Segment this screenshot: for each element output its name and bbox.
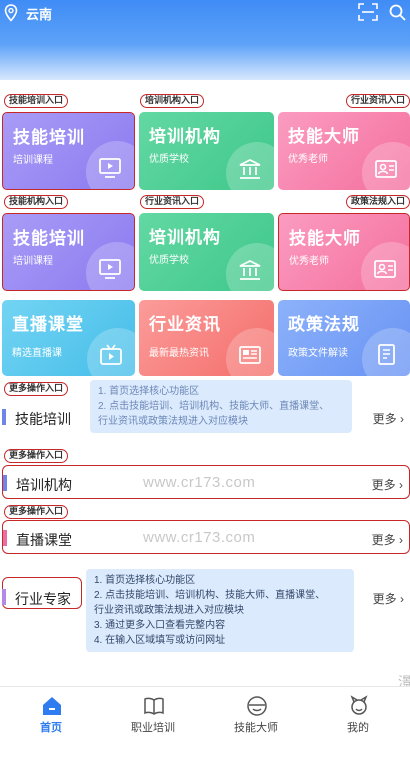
id-card-icon [374,260,396,278]
card-subtitle: 精选直播课 [12,348,62,359]
card-title: 技能大师 [289,229,361,248]
more-ops-entry-tag: 更多操作入口 [4,505,69,519]
tip-line: 4. 在输入区域填写或访问网址 [94,635,226,646]
screen-play-icon [99,158,121,178]
row-label: 行业专家 [15,591,71,607]
card-subtitle: 培训课程 [13,256,53,267]
tab-label: 职业培训 [131,722,175,734]
tip-line: 2. 点击技能培训、培训机构、技能大师、直播课堂、 [98,401,330,412]
more-ops-entry-tag: 更多操作入口 [4,382,69,396]
card-title: 技能大师 [288,127,360,146]
card-title: 培训机构 [149,228,221,247]
card-title: 技能培训 [13,229,85,248]
row-accent-bar [3,475,7,491]
card-subtitle: 最新最热资讯 [149,348,209,359]
help-tooltip-small: 1. 首页选择核心功能区 2. 点击技能培训、培训机构、技能大师、直播课堂、 行… [90,380,352,433]
book-icon [144,697,164,715]
skill-training-entry-tag: 技能培训入口 [4,94,69,108]
card-subtitle: 培训课程 [13,155,53,166]
card-training-institution[interactable]: 培训机构 优质学校 [139,112,274,190]
policy-entry-tag: 政策法规入口 [346,195,410,209]
card-skill-training-2[interactable]: 技能培训 培训课程 [2,213,135,291]
tab-vocational-training[interactable]: 职业培训 [102,687,204,747]
institution-entry-tag: 培训机构入口 [140,94,205,108]
card-training-institution-2[interactable]: 培训机构 优质学校 [139,213,274,291]
more-link[interactable]: 更多 › [372,476,403,493]
card-title: 培训机构 [149,127,221,146]
tab-profile[interactable]: 我的 [307,687,409,747]
institution-icon [239,259,261,280]
tip-line: 2. 点击技能培训、培训机构、技能大师、直播课堂、 [94,590,326,601]
card-title: 直播课堂 [12,315,84,334]
bottom-tab-bar: 首页 职业培训 技能大师 我的 [0,686,410,760]
more-link[interactable]: 更多 › [373,410,404,427]
news-icon [239,346,261,364]
card-skill-master-2[interactable]: 技能大师 优秀老师 [278,213,410,291]
tab-label: 我的 [347,722,369,734]
card-subtitle: 优秀老师 [288,154,328,165]
card-industry-news[interactable]: 行业资讯 最新最热资讯 [139,300,274,376]
watermark-text: www.cr173.com [143,529,256,546]
help-tooltip-large: 1. 首页选择核心功能区 2. 点击技能培训、培训机构、技能大师、直播课堂、 行… [86,569,354,652]
tip-line: 1. 首页选择核心功能区 [98,386,200,397]
card-live-class[interactable]: 直播课堂 精选直播课 [2,300,135,376]
industry-news-entry-tag: 行业资讯入口 [346,94,410,108]
location-pin-icon[interactable] [4,4,18,22]
card-title: 行业资讯 [149,315,221,334]
watermark-text: www.cr173.com [143,474,256,491]
card-subtitle: 优质学校 [149,255,189,266]
row-accent-bar [2,409,6,425]
tab-home[interactable]: 首页 [0,687,102,747]
more-link[interactable]: 更多 › [372,531,403,548]
top-header: 云南 [0,0,410,80]
tip-line: 3. 通过更多入口查看完整内容 [94,620,226,631]
tab-label: 首页 [40,722,62,734]
profile-icon [350,695,368,715]
row-label: 技能培训 [15,411,71,427]
master-face-icon [247,696,267,716]
tv-play-icon [100,344,122,365]
tab-label: 技能大师 [234,722,278,734]
card-title: 技能培训 [13,128,85,147]
id-card-icon [375,160,397,178]
tab-skill-master[interactable]: 技能大师 [205,687,307,747]
card-subtitle: 优质学校 [149,154,189,165]
card-skill-training[interactable]: 技能培训 培训课程 [2,112,135,190]
city-selector[interactable]: 云南 [26,4,52,23]
row-label: 培训机构 [16,477,72,493]
home-icon [43,697,61,715]
tip-line: 1. 首页选择核心功能区 [94,575,196,586]
screen-play-icon [99,259,121,279]
row-accent-bar [2,589,6,605]
search-icon[interactable] [388,3,408,21]
scan-icon[interactable] [358,3,378,21]
tip-line: 行业资讯或政策法规进入对应模块 [98,416,248,427]
more-ops-entry-tag: 更多操作入口 [4,449,69,463]
card-policy[interactable]: 政策法规 政策文件解读 [278,300,410,376]
card-title: 政策法规 [288,315,360,334]
tip-line: 行业资讯或政策法规进入对应模块 [94,605,244,616]
industry-news-entry-tag: 行业资讯入口 [140,195,205,209]
card-subtitle: 政策文件解读 [288,348,348,359]
row-label: 直播课堂 [16,532,72,548]
card-subtitle: 优秀老师 [289,256,329,267]
document-icon [378,344,395,365]
row-accent-bar [3,530,7,546]
institution-icon [239,158,261,179]
skill-institution-entry-tag: 技能机构入口 [4,195,69,209]
more-link[interactable]: 更多 › [373,590,404,607]
card-skill-master[interactable]: 技能大师 优秀老师 [278,112,410,190]
